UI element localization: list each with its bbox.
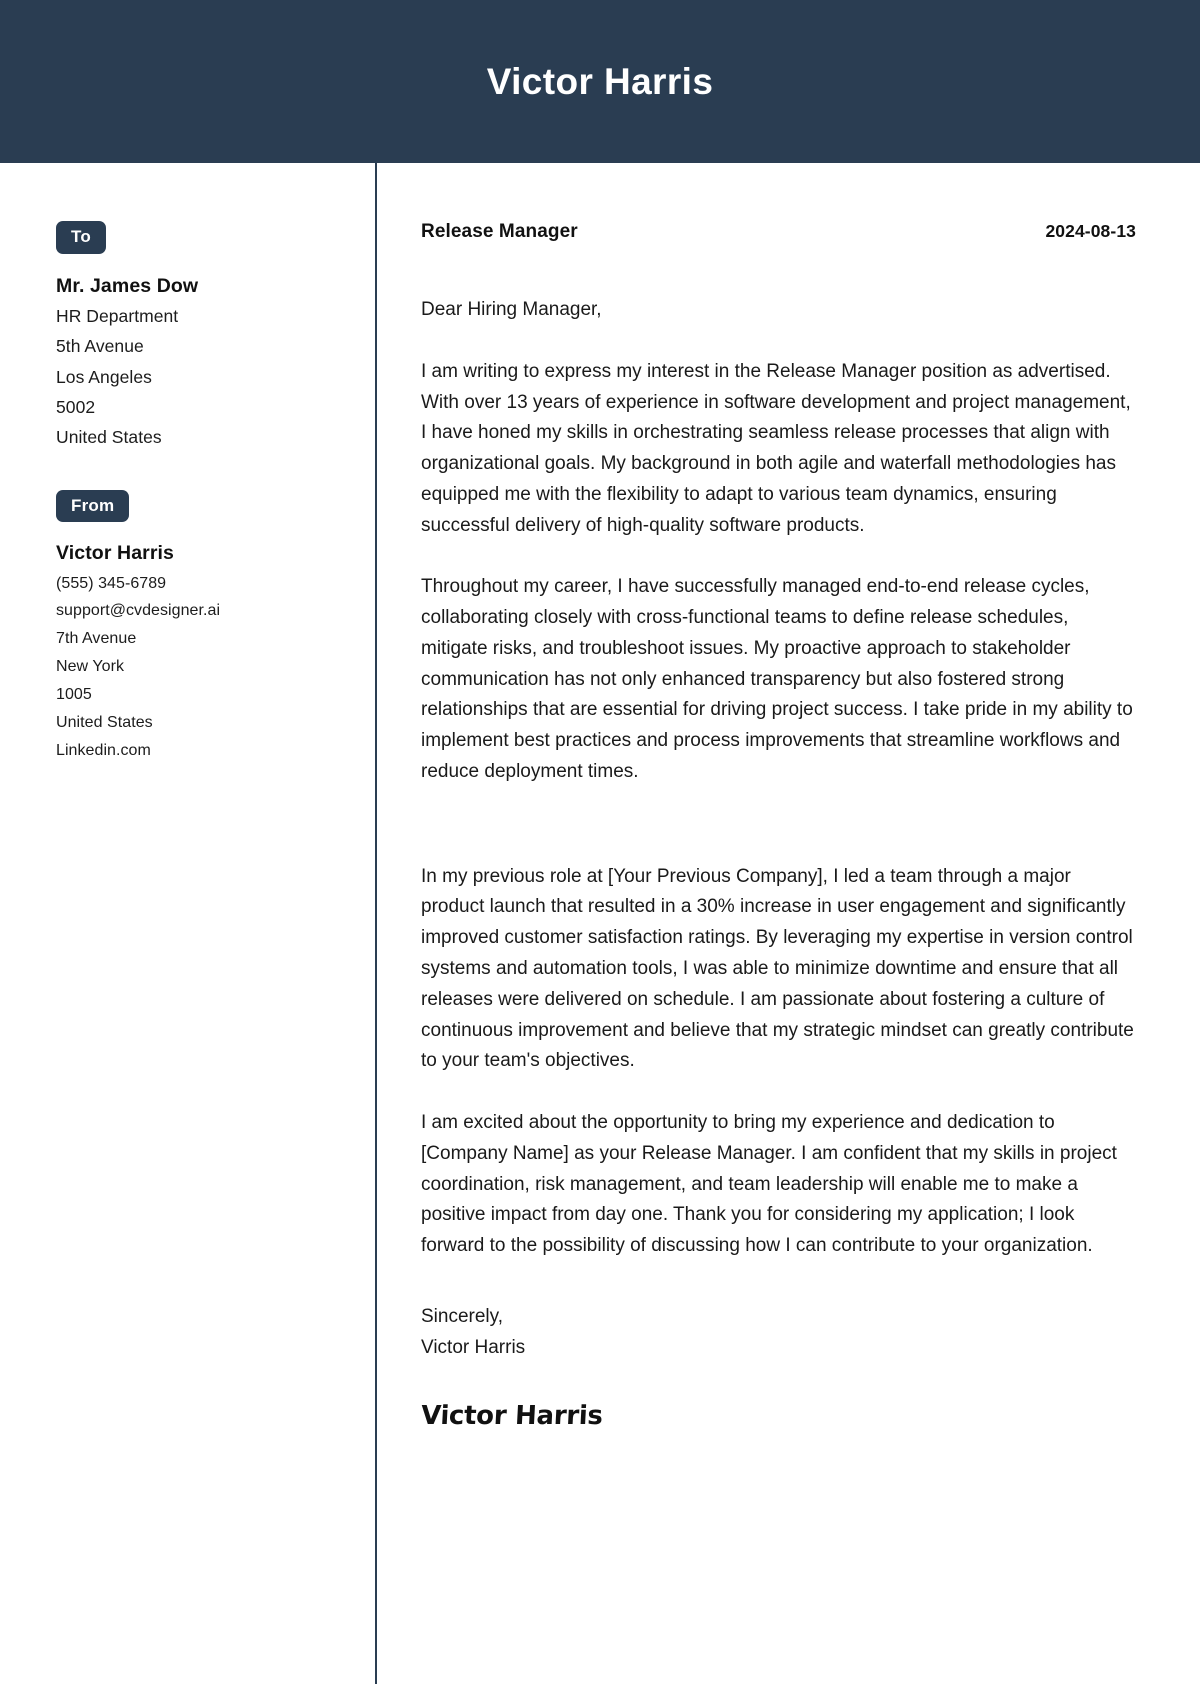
letter-date: 2024-08-13 bbox=[1045, 221, 1136, 241]
closing-salutation: Sincerely, bbox=[421, 1305, 504, 1327]
from-badge: From bbox=[56, 489, 130, 523]
letter-paragraph: In my previous role at [Your Previous Co… bbox=[421, 865, 1134, 1072]
signature: Victor Harris bbox=[420, 1401, 604, 1432]
salutation: Dear Hiring Manager, bbox=[421, 299, 602, 320]
document-body: To Mr. James Dow HR Department 5th Avenu… bbox=[0, 163, 1200, 1684]
document-header: Victor Harris bbox=[0, 0, 1200, 163]
recipient-line: HR Department bbox=[56, 306, 179, 327]
letter-paragraph: I am excited about the opportunity to br… bbox=[421, 1112, 1117, 1257]
cover-letter-page: Victor Harris To Mr. James Dow HR Depart… bbox=[0, 0, 1200, 1684]
recipient-line: United States bbox=[56, 426, 162, 447]
letter-content: Release Manager 2024-08-13 Dear Hiring M… bbox=[377, 163, 1200, 1684]
sender-name: Victor Harris bbox=[56, 542, 174, 565]
page-title: Victor Harris bbox=[486, 61, 714, 102]
recipient-line: Los Angeles bbox=[56, 366, 152, 387]
sidebar: To Mr. James Dow HR Department 5th Avenu… bbox=[0, 163, 375, 1684]
recipient-line: 5002 bbox=[56, 396, 96, 417]
sender-phone: (555) 345-6789 bbox=[56, 574, 167, 592]
sender-country: United States bbox=[56, 713, 153, 731]
to-badge: To bbox=[56, 221, 106, 254]
job-title: Release Manager bbox=[421, 221, 578, 242]
letter-paragraph: Throughout my career, I have successfull… bbox=[421, 576, 1133, 782]
closing-name: Victor Harris bbox=[421, 1336, 526, 1358]
letter-meta-row: Release Manager 2024-08-13 bbox=[421, 221, 1136, 243]
recipient-line: 5th Avenue bbox=[56, 336, 144, 357]
recipient-address-block: Mr. James Dow HR Department 5th Avenue L… bbox=[56, 271, 345, 452]
from-section: From Victor Harris (555) 345-6789 suppor… bbox=[56, 489, 345, 765]
sender-street: 7th Avenue bbox=[56, 630, 137, 648]
sender-linkedin: Linkedin.com bbox=[56, 741, 151, 759]
sender-city: New York bbox=[56, 658, 124, 676]
sender-email: support@cvdesigner.ai bbox=[56, 602, 221, 620]
sender-postal-code: 1005 bbox=[56, 685, 92, 703]
sender-address-block: Victor Harris (555) 345-6789 support@cvd… bbox=[56, 538, 345, 764]
letter-paragraph: I am writing to express my interest in t… bbox=[421, 360, 1131, 536]
to-section: To Mr. James Dow HR Department 5th Avenu… bbox=[56, 221, 345, 452]
recipient-name: Mr. James Dow bbox=[56, 274, 199, 297]
